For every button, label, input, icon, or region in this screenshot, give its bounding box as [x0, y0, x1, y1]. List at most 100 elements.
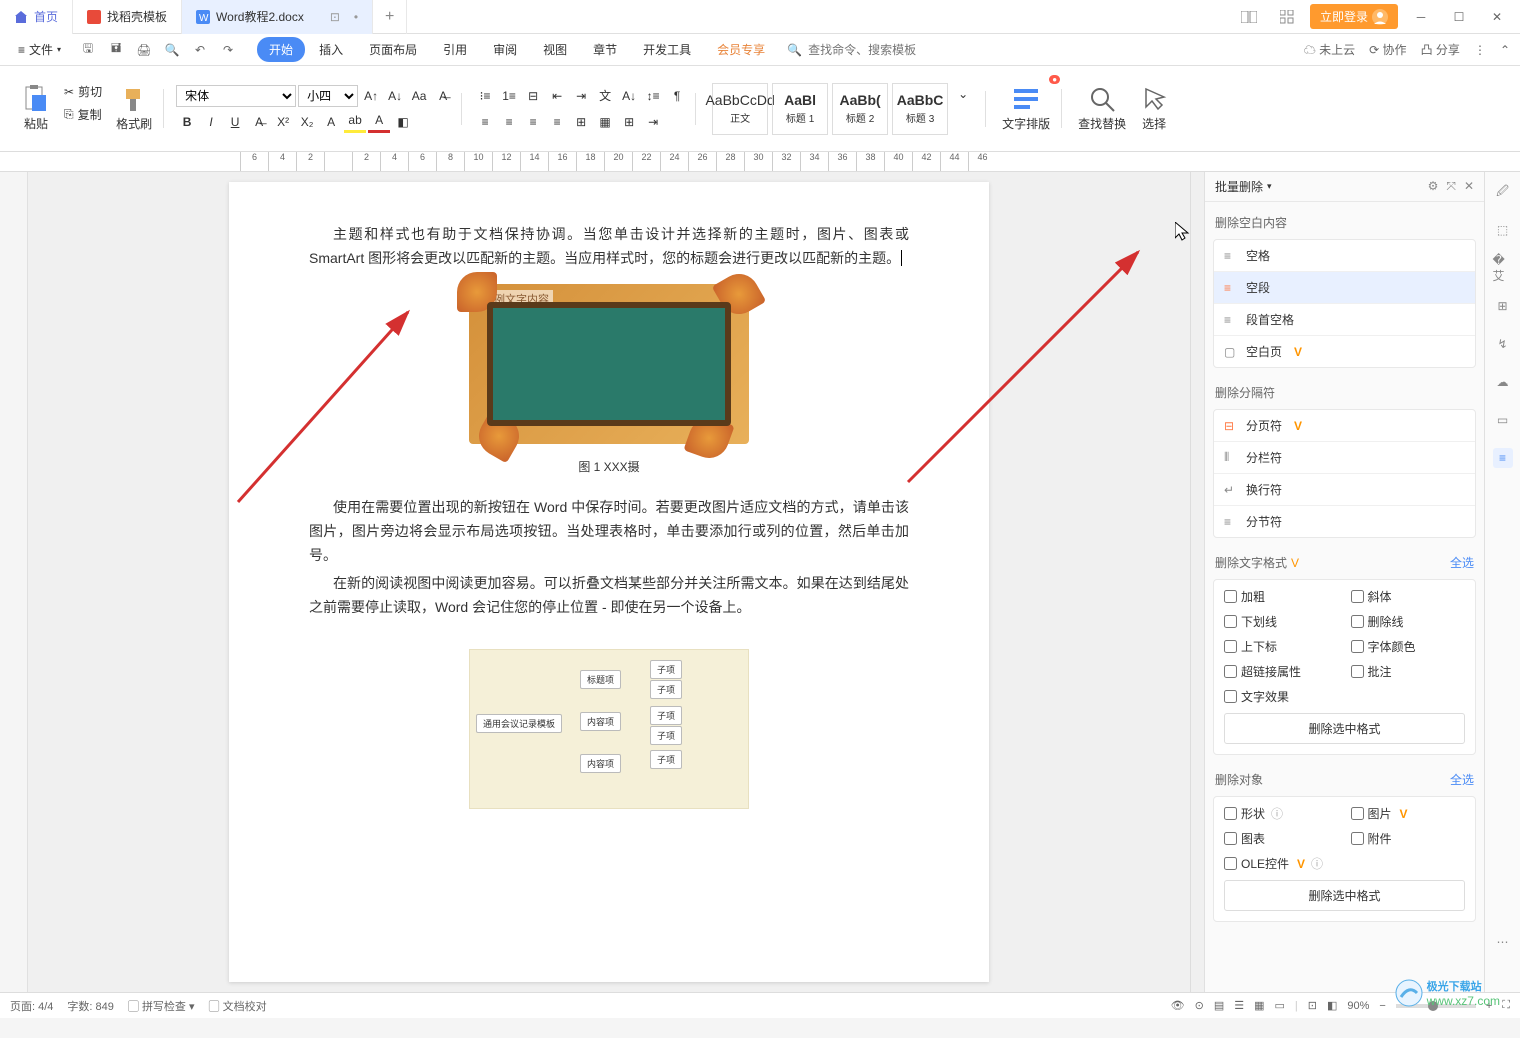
undo-icon[interactable]: ↶ [191, 41, 209, 59]
panel-item-空段[interactable]: ≡空段 [1214, 272, 1475, 304]
cloud-status[interactable]: ☁ 未上云 [1304, 41, 1355, 58]
tab-insert[interactable]: 插入 [307, 37, 355, 62]
delete-format-button[interactable]: 删除选中格式 [1224, 713, 1465, 744]
view-outline-icon[interactable]: ☰ [1234, 999, 1244, 1012]
paragraph[interactable]: 主题和样式也有助于文档保持协调。当您单击设计并选择新的主题时，图片、图表或 Sm… [309, 222, 909, 270]
tab-document[interactable]: W Word教程2.docx ⊡ • [182, 0, 373, 34]
shading-icon[interactable]: ◧ [392, 111, 414, 133]
mindmap-image[interactable]: 通用会议记录模板 标题项 内容项 内容项 子项 子项 子项 子项 子项 [469, 649, 749, 809]
paste-button[interactable]: 粘贴 [18, 81, 54, 136]
paragraph[interactable]: 使用在需要位置出现的新按钮在 Word 中保存时间。若要更改图片适应文档的方式，… [309, 495, 909, 567]
horizontal-ruler[interactable]: 6422468101214161820222426283032343638404… [0, 152, 1520, 172]
status-proofread[interactable]: ▢ 文档校对 [209, 998, 267, 1014]
para-shading-icon[interactable]: ▦ [594, 111, 616, 133]
check-斜体[interactable]: 斜体 [1351, 588, 1466, 605]
search-input[interactable] [808, 43, 928, 57]
subscript-icon[interactable]: X₂ [296, 111, 318, 133]
fit-width-icon[interactable]: ⊡ [1308, 999, 1317, 1012]
command-search[interactable]: 🔍 [787, 43, 928, 57]
font-size-select[interactable]: 小四 [298, 85, 358, 107]
gear-icon[interactable]: ⚙ [1428, 179, 1439, 194]
tab-member[interactable]: 会员专享 [705, 37, 777, 62]
strike-icon[interactable]: A̶ [248, 111, 270, 133]
redo-icon[interactable]: ↷ [219, 41, 237, 59]
layout-icon[interactable] [1234, 2, 1264, 32]
sort-icon[interactable]: A↓ [618, 85, 640, 107]
collapse-ribbon-icon[interactable]: ⌃ [1500, 43, 1510, 57]
document-canvas[interactable]: 主题和样式也有助于文档保持协调。当您单击设计并选择新的主题时，图片、图表或 Sm… [28, 172, 1190, 992]
zoom-out-icon[interactable]: − [1379, 1000, 1385, 1012]
saveas-icon[interactable]: 🖬 [107, 41, 125, 59]
tab-add[interactable]: + [373, 0, 407, 34]
panel-item-换行符[interactable]: ↵换行符 [1214, 474, 1475, 506]
panel-item-空格[interactable]: ≡空格 [1214, 240, 1475, 272]
tab-view[interactable]: 视图 [531, 37, 579, 62]
style-normal[interactable]: AaBbCcDd正文 [712, 83, 768, 135]
align-right-icon[interactable]: ≡ [522, 111, 544, 133]
focus-icon[interactable]: ⊙ [1195, 999, 1204, 1012]
maximize-icon[interactable]: ☐ [1444, 2, 1474, 32]
font-name-select[interactable]: 宋体 [176, 85, 296, 107]
tab-layout[interactable]: 页面布局 [357, 37, 429, 62]
side-cloud-icon[interactable]: ☁ [1493, 372, 1513, 392]
cut-button[interactable]: ✂剪切 [60, 81, 106, 102]
check-附件[interactable]: 附件 [1351, 830, 1466, 847]
print-icon[interactable]: 🖨 [135, 41, 153, 59]
tabs-icon[interactable]: ⇥ [642, 111, 664, 133]
superscript-icon[interactable]: X² [272, 111, 294, 133]
panel-item-分页符[interactable]: ⊟分页符V [1214, 410, 1475, 442]
tab-reference[interactable]: 引用 [431, 37, 479, 62]
check-删除线[interactable]: 删除线 [1351, 613, 1466, 630]
status-page[interactable]: 页面: 4/4 [10, 998, 53, 1014]
tab-close-icon[interactable]: • [354, 10, 358, 24]
text-direction-icon[interactable]: 文 [594, 85, 616, 107]
file-menu[interactable]: ≡ 文件 ▾ [10, 38, 69, 62]
align-center-icon[interactable]: ≡ [498, 111, 520, 133]
side-search-icon[interactable]: 🖉 [1493, 182, 1513, 202]
decrease-indent-icon[interactable]: ⇤ [546, 85, 568, 107]
select-all-link[interactable]: 全选 [1450, 554, 1474, 571]
side-list-icon[interactable]: ≡ [1493, 448, 1513, 468]
panel-close-icon[interactable]: ✕ [1464, 179, 1474, 194]
find-replace-button[interactable]: 查找替换 [1074, 81, 1130, 136]
tab-home[interactable]: 首页 [0, 0, 73, 34]
panel-item-分栏符[interactable]: ⦀分栏符 [1214, 442, 1475, 474]
check-超链接属性[interactable]: 超链接属性 [1224, 663, 1339, 680]
side-limit-icon[interactable]: ↯ [1493, 334, 1513, 354]
bullets-icon[interactable]: ⁝≡ [474, 85, 496, 107]
scrollbar[interactable] [1190, 172, 1204, 992]
side-settings-icon[interactable]: �艾 [1493, 258, 1513, 278]
copy-button[interactable]: ⎘复制 [60, 104, 106, 125]
grow-font-icon[interactable]: A↑ [360, 85, 382, 107]
font-color-icon[interactable]: A [368, 111, 390, 133]
tab-menu-icon[interactable]: ⊡ [330, 10, 340, 24]
text-effect-icon[interactable]: A [320, 111, 342, 133]
panel-item-分节符[interactable]: ≡分节符 [1214, 506, 1475, 537]
tab-review[interactable]: 审阅 [481, 37, 529, 62]
text-layout-button[interactable]: 文字排版 ● [998, 81, 1054, 136]
eye-icon[interactable]: 👁 [1171, 999, 1185, 1012]
coop-button[interactable]: ⟳ 协作 [1369, 41, 1406, 58]
tab-devtools[interactable]: 开发工具 [631, 37, 703, 62]
align-left-icon[interactable]: ≡ [474, 111, 496, 133]
side-more-icon[interactable]: ⋯ [1493, 932, 1513, 952]
side-select-icon[interactable]: ⬚ [1493, 220, 1513, 240]
save-icon[interactable]: 🖫 [79, 41, 97, 59]
panel-item-空白页[interactable]: ▢空白页V [1214, 336, 1475, 367]
distribute-icon[interactable]: ⊞ [570, 111, 592, 133]
minimize-icon[interactable]: ─ [1406, 2, 1436, 32]
bold-icon[interactable]: B [176, 111, 198, 133]
show-marks-icon[interactable]: ¶ [666, 85, 688, 107]
tab-start[interactable]: 开始 [257, 37, 305, 62]
pin-icon[interactable]: ⤧ [1446, 179, 1456, 194]
check-文字效果[interactable]: 文字效果 [1224, 688, 1339, 705]
view-read-icon[interactable]: ▭ [1275, 999, 1285, 1012]
document-image[interactable]: 举例文字内容 [469, 284, 749, 444]
increase-indent-icon[interactable]: ⇥ [570, 85, 592, 107]
close-icon[interactable]: ✕ [1482, 2, 1512, 32]
more-icon[interactable]: ⋮ [1474, 43, 1486, 57]
status-words[interactable]: 字数: 849 [67, 998, 113, 1014]
align-justify-icon[interactable]: ≡ [546, 111, 568, 133]
zoom-value[interactable]: 90% [1347, 1000, 1369, 1012]
clear-format-icon[interactable]: A̶ [432, 85, 454, 107]
